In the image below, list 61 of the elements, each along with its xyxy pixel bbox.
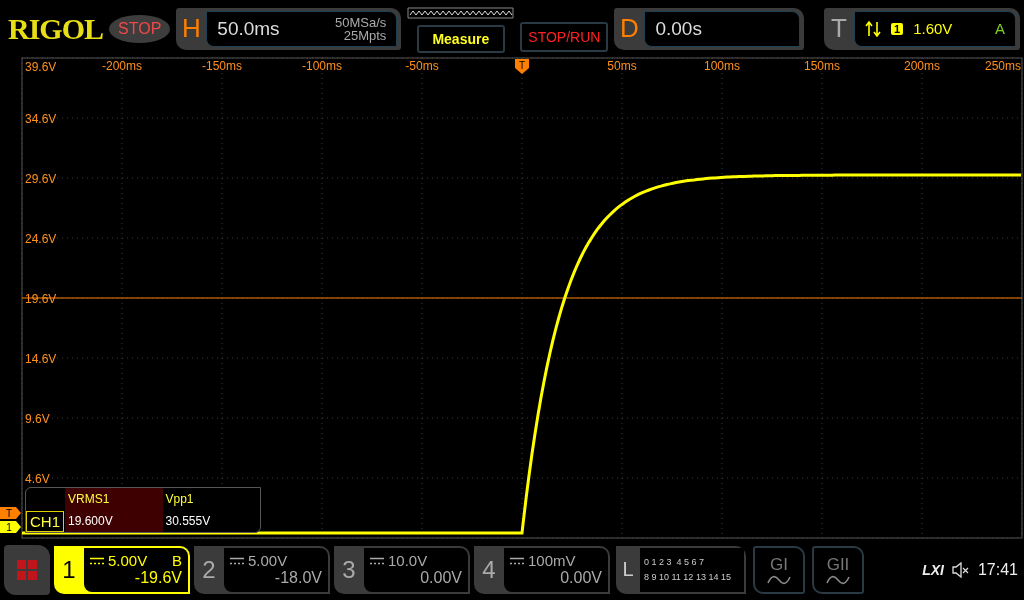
sample-rate: 50MSa/s: [335, 15, 387, 29]
clock-time: 17:41: [977, 560, 1018, 579]
time-axis-label: -200ms: [102, 59, 142, 73]
voltage-axis-label: 9.6V: [25, 412, 50, 426]
voltage-axis-label: 29.6V: [25, 172, 57, 186]
brand-logo: RIGOL: [8, 11, 104, 46]
dc-coupling-icon: [230, 556, 244, 565]
voltage-axis-label: 19.6V: [25, 292, 57, 306]
measurement-channel-label: CH1: [26, 511, 64, 532]
dc-coupling-icon: [510, 556, 524, 565]
panel-letter: H: [180, 12, 202, 45]
stop-run-button[interactable]: STOP/RUN: [520, 21, 609, 52]
sine-wave-icon: [826, 574, 850, 585]
trigger-position-marker[interactable]: T: [515, 59, 529, 74]
time-axis-label: 150ms: [804, 59, 840, 73]
delay-value: 0.00s: [655, 17, 702, 40]
generator-button[interactable]: GII: [812, 545, 864, 594]
channel-tab[interactable]: 1 5.00V B -19.6V: [54, 545, 190, 594]
channel-offset-marker[interactable]: 1: [0, 521, 21, 533]
channel-tab[interactable]: 2 5.00V -18.0V: [194, 545, 330, 594]
lxi-logo: LXI: [922, 561, 944, 578]
time-axis-label: 200ms: [904, 59, 940, 73]
trigger-level: 1.60V: [913, 20, 953, 37]
panel-letter: T: [830, 12, 848, 45]
rise-fall-edge-icon: [865, 20, 881, 37]
memory-waveform-icon: [407, 6, 515, 19]
channel-tab[interactable]: 4 100mV 0.00V: [474, 545, 610, 594]
delay-panel[interactable]: D 0.00s: [614, 7, 805, 50]
measurement-item[interactable]: VRMS1 19.600V: [65, 488, 163, 532]
voltage-axis-label: 24.6V: [25, 232, 57, 246]
trigger-source-badge: 1: [891, 22, 904, 35]
speaker-muted-icon[interactable]: [951, 561, 970, 578]
voltage-axis-label: 4.6V: [25, 472, 50, 486]
time-axis-label: 50ms: [607, 59, 637, 73]
measurement-item[interactable]: Vpp1 30.555V: [162, 488, 260, 532]
voltage-axis-label: 14.6V: [25, 352, 57, 366]
logic-channel-numbers: 8 9 10 11 12 13 14 15: [644, 572, 732, 582]
generator-button[interactable]: GI: [753, 545, 805, 594]
menu-button[interactable]: [4, 544, 50, 595]
trigger-mode: A: [995, 20, 1005, 37]
time-axis-label: 100ms: [704, 59, 740, 73]
channel-tab[interactable]: 3 10.0V 0.00V: [334, 545, 470, 594]
time-axis-label: -50ms: [405, 59, 439, 73]
trigger-panel[interactable]: T 1 1.60V A: [824, 7, 1020, 50]
time-axis-label: -150ms: [202, 59, 242, 73]
dc-coupling-icon: [370, 556, 384, 565]
logic-channel-numbers: 0 1 2 3 4 5 6 7: [644, 557, 706, 567]
voltage-axis-label: 39.6V: [25, 60, 57, 74]
grid-icon: [16, 558, 38, 581]
sine-wave-icon: [767, 574, 791, 585]
logic-panel[interactable]: L 0 1 2 3 4 5 6 7 8 9 10 11 12 13 14 15: [616, 545, 746, 594]
memory-depth: 25Mpts: [343, 28, 387, 42]
timebase-value: 50.0ms: [217, 17, 280, 40]
voltage-axis-label: 34.6V: [25, 112, 57, 126]
measure-button[interactable]: Measure: [416, 24, 505, 53]
time-axis-label: 250ms: [984, 59, 1021, 73]
time-axis-label: -100ms: [302, 59, 342, 73]
trigger-level-marker[interactable]: T: [0, 507, 21, 519]
horizontal-panel[interactable]: H 50.0ms 50MSa/s 25Mpts: [176, 7, 402, 50]
dc-coupling-icon: [90, 556, 104, 565]
panel-letter: D: [619, 12, 640, 45]
